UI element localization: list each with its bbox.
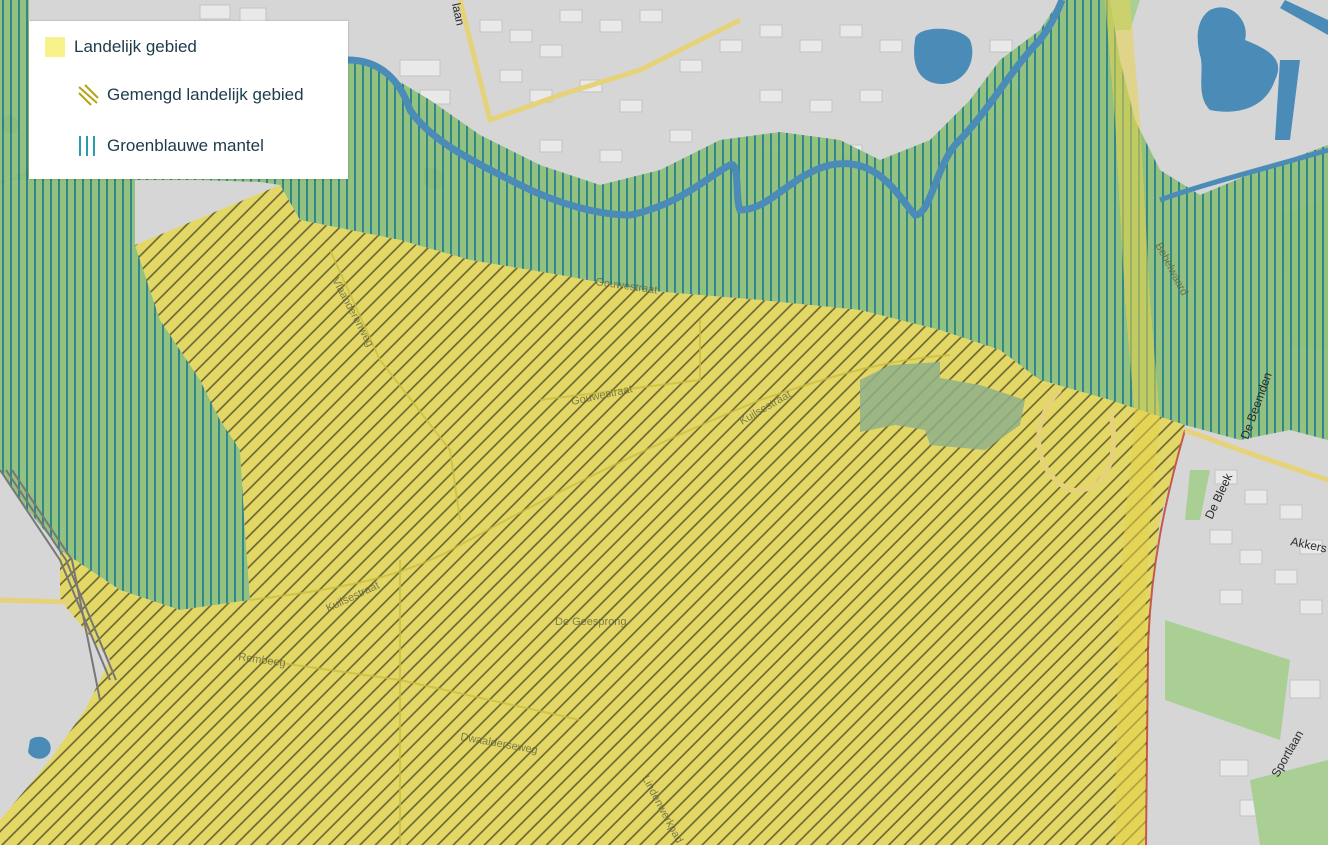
- groenblauwe-mantel-far-west[interactable]: [0, 0, 29, 180]
- groenblauwe-hatch-swatch-icon: [79, 136, 95, 156]
- legend-label: Groenblauwe mantel: [107, 136, 264, 155]
- legend-label: Landelijk gebied: [74, 37, 197, 56]
- street-label: De Geesprong: [555, 616, 627, 628]
- legend-item-gemengd: Gemengd landelijk gebied: [77, 83, 304, 107]
- landelijk-swatch-icon: [45, 37, 65, 57]
- legend-label: Gemengd landelijk gebied: [107, 85, 304, 104]
- legend-item-groenblauwe: Groenblauwe mantel: [77, 134, 264, 158]
- legend-item-landelijk: Landelijk gebied: [45, 37, 197, 57]
- gemengd-hatch-swatch-icon: [78, 84, 99, 106]
- map-legend: Landelijk gebied Gemengd landelijk gebie…: [29, 21, 348, 179]
